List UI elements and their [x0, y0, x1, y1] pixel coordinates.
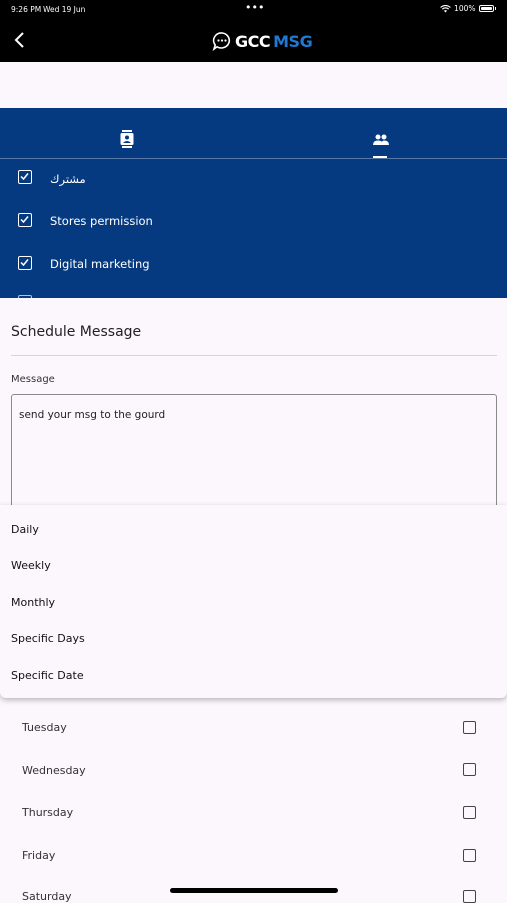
status-time: 9:26 PM: [11, 5, 42, 14]
checkbox-checked-icon[interactable]: [18, 256, 32, 270]
day-checkbox-saturday[interactable]: [463, 890, 476, 903]
people-group-icon: [373, 134, 389, 145]
day-label-wednesday: Wednesday: [22, 764, 86, 777]
day-checkbox-friday[interactable]: [463, 849, 476, 862]
contact-card-icon: [120, 130, 134, 148]
chat-bubble-icon: [212, 32, 231, 51]
group-label: Digital marketing: [50, 257, 150, 271]
groups-panel: مشترك Stores permission Digital marketin…: [0, 108, 507, 298]
status-date: Wed 19 Jun: [43, 5, 86, 14]
group-item[interactable]: مشترك: [0, 160, 507, 200]
app-header: 9:26 PM Wed 19 Jun ••• 100% GCC MSG: [0, 0, 507, 62]
status-right: 100%: [440, 4, 496, 13]
day-label-thursday: Thursday: [22, 806, 74, 819]
day-checkbox-tuesday[interactable]: [463, 721, 476, 734]
message-text: send your msg to the gourd: [19, 409, 166, 421]
message-label: Message: [11, 374, 55, 385]
home-indicator[interactable]: [170, 888, 338, 893]
checkbox-checked-icon[interactable]: [18, 170, 32, 184]
group-item[interactable]: Stores permission: [0, 203, 507, 243]
checkbox-checked-icon[interactable]: [18, 213, 32, 227]
checkbox-icon[interactable]: [18, 295, 32, 298]
menu-option-monthly[interactable]: Monthly: [11, 596, 55, 609]
tab-divider: [0, 158, 507, 159]
day-checkbox-wednesday[interactable]: [463, 763, 476, 776]
menu-option-specific-date[interactable]: Specific Date: [11, 669, 84, 682]
logo-text-msg: MSG: [273, 31, 313, 51]
status-bar: 9:26 PM Wed 19 Jun ••• 100%: [0, 1, 507, 16]
battery-tip: [494, 7, 496, 10]
battery-percent: 100%: [454, 4, 476, 13]
group-label: Stores permission: [50, 214, 153, 228]
message-textarea[interactable]: send your msg to the gourd: [11, 394, 497, 509]
tab-bar: [0, 108, 507, 159]
tab-groups[interactable]: [253, 108, 506, 159]
multitasking-dots[interactable]: •••: [245, 1, 264, 14]
schedule-title: Schedule Message: [11, 324, 142, 340]
group-label: مشترك: [50, 172, 86, 186]
section-divider: [11, 355, 497, 356]
battery-icon: [478, 5, 494, 12]
day-checkbox-thursday[interactable]: [463, 806, 476, 819]
back-chevron-icon[interactable]: [11, 29, 31, 51]
tab-contacts[interactable]: [0, 108, 253, 159]
frequency-dropdown-menu: Daily Weekly Monthly Specific Days Speci…: [0, 505, 507, 698]
menu-option-specific-days[interactable]: Specific Days: [11, 632, 85, 645]
menu-option-daily[interactable]: Daily: [11, 523, 39, 536]
day-label-friday: Friday: [22, 849, 56, 862]
menu-option-weekly[interactable]: Weekly: [11, 559, 51, 572]
day-label-saturday: Saturday: [22, 890, 72, 903]
wifi-icon: [440, 4, 451, 12]
logo-text-gcc: GCC: [235, 31, 271, 51]
app-logo: GCC MSG: [212, 29, 313, 53]
group-item[interactable]: Digital marketing: [0, 246, 507, 286]
day-label-tuesday: Tuesday: [22, 721, 67, 734]
